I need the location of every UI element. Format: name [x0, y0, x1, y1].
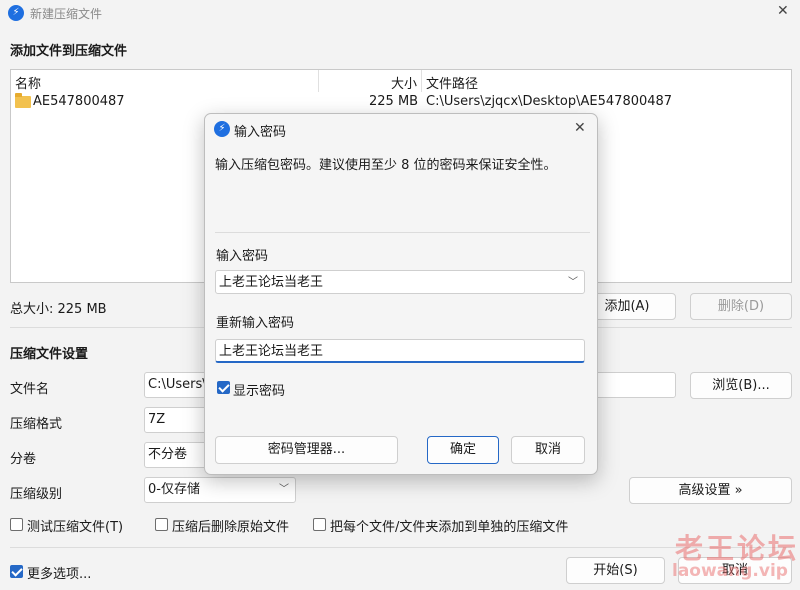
column-separator[interactable]	[318, 70, 319, 92]
password-dialog: ⚡ 输入密码 ✕ 输入压缩包密码。建议使用至少 8 位的密码来保证安全性。 输入…	[204, 113, 598, 475]
reenter-password-input[interactable]: 上老王论坛当老王	[215, 339, 585, 363]
chevron-down-icon: ﹀	[279, 484, 289, 495]
window-title: 新建压缩文件	[30, 7, 103, 21]
add-files-section-title: 添加文件到压缩文件	[10, 44, 128, 59]
separate-archives-checkbox[interactable]	[313, 518, 326, 531]
settings-section-title: 压缩文件设置	[10, 347, 89, 362]
delete-original-label: 压缩后删除原始文件	[172, 520, 290, 535]
more-options-checkbox[interactable]	[10, 565, 23, 578]
volume-select-value: 不分卷	[148, 447, 188, 462]
level-select-value: 0-仅存储	[148, 482, 200, 497]
chevron-down-icon[interactable]: ﹀	[568, 271, 578, 293]
dialog-cancel-button[interactable]: 取消	[511, 436, 585, 464]
reenter-password-label: 重新输入密码	[216, 316, 295, 331]
level-select[interactable]: 0-仅存储 ﹀	[144, 477, 296, 503]
file-size: 225 MB	[369, 94, 419, 109]
test-archive-checkbox[interactable]	[10, 518, 23, 531]
password-input-value: 上老王论坛当老王	[219, 275, 324, 290]
dialog-divider	[215, 232, 590, 233]
column-header-name[interactable]: 名称	[15, 73, 41, 92]
file-path: C:\Users\zjqcx\Desktop\AE547800487	[426, 94, 673, 109]
delete-original-checkbox[interactable]	[155, 518, 168, 531]
show-password-label: 显示密码	[233, 384, 286, 399]
advanced-settings-button[interactable]: 高级设置 »	[629, 477, 792, 504]
password-manager-button[interactable]: 密码管理器...	[215, 436, 398, 464]
start-button[interactable]: 开始(S)	[566, 557, 665, 584]
format-label: 压缩格式	[10, 417, 63, 432]
password-input[interactable]: 上老王论坛当老王 ﹀	[215, 270, 585, 294]
volume-label: 分卷	[10, 452, 37, 467]
column-separator[interactable]	[421, 70, 422, 92]
filename-label: 文件名	[10, 382, 50, 397]
app-logo-icon: ⚡	[8, 5, 24, 21]
watermark-url: laowang.vip	[672, 561, 788, 581]
level-label: 压缩级别	[10, 487, 63, 502]
dialog-close-icon[interactable]: ✕	[574, 120, 586, 136]
more-options-label: 更多选项...	[27, 567, 92, 582]
dialog-description: 输入压缩包密码。建议使用至少 8 位的密码来保证安全性。	[215, 158, 557, 173]
separate-archives-label: 把每个文件/文件夹添加到单独的压缩文件	[330, 520, 569, 535]
dialog-app-icon: ⚡	[214, 121, 230, 137]
test-archive-label: 测试压缩文件(T)	[27, 520, 124, 535]
column-header-size[interactable]: 大小	[391, 73, 417, 92]
file-name: AE547800487	[33, 94, 125, 109]
total-size-label: 总大小: 225 MB	[10, 302, 107, 317]
dialog-title: 输入密码	[234, 125, 287, 140]
format-select-value: 7Z	[148, 412, 166, 427]
folder-icon	[15, 93, 31, 108]
window-close-icon[interactable]: ✕	[777, 3, 789, 19]
password-label: 输入密码	[216, 249, 269, 264]
show-password-checkbox[interactable]	[217, 381, 230, 394]
title-bar: ⚡ 新建压缩文件 ✕	[0, 0, 800, 26]
dialog-ok-button[interactable]: 确定	[427, 436, 499, 464]
browse-button[interactable]: 浏览(B)...	[690, 372, 792, 399]
column-header-path[interactable]: 文件路径	[426, 73, 478, 92]
delete-button[interactable]: 删除(D)	[690, 293, 792, 320]
